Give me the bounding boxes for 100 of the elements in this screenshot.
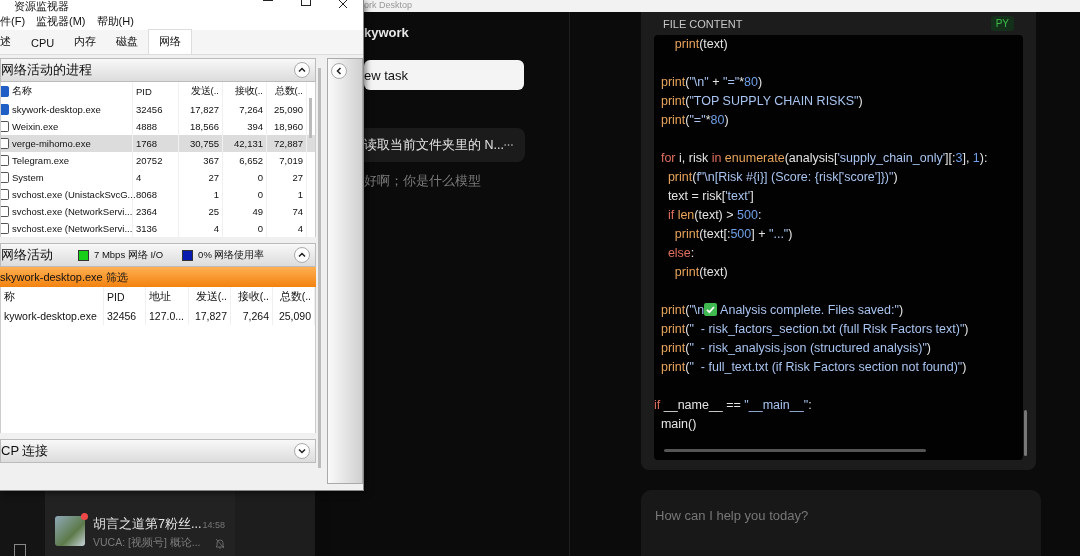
table-cell: 6,652 <box>239 155 263 166</box>
table-cell: Telegram.exe <box>12 155 70 166</box>
table-cell: 4888 <box>136 121 158 132</box>
filter-label: skywork-desktop.exe 筛选 <box>0 269 128 285</box>
code-line: print(text[:500] + "...") <box>673 227 793 241</box>
tab[interactable]: 磁盘 <box>106 30 149 54</box>
table-cell: 42,131 <box>233 138 263 149</box>
column-header[interactable]: 发送(.. <box>195 289 227 304</box>
language-badge: PY <box>990 16 1014 31</box>
column-header[interactable]: 总数(.. <box>279 289 311 304</box>
menu-item[interactable]: 帮助(H) <box>96 13 134 29</box>
table-cell: 30,755 <box>189 138 219 149</box>
table-cell: 367 <box>203 155 219 166</box>
column-header[interactable]: 称 <box>4 289 15 304</box>
table-row[interactable]: svchost.exe (NetworkServi... 3136 4 0 4 <box>1 220 315 237</box>
message-input[interactable]: How can I help you today? <box>653 507 1033 524</box>
table-row[interactable]: Telegram.exe 20752 367 6,652 7,019 <box>1 152 315 169</box>
table-cell: 8068 <box>136 189 158 200</box>
chat-title: 胡言之道第7粉丝... <box>93 516 202 533</box>
table-cell: 4 <box>297 223 303 234</box>
code-line: for i, risk in enumerate(analysis['supply_chain_only'][:3], 1): <box>659 151 988 165</box>
code-line: print("\n" + "="*80) <box>659 75 763 89</box>
legend-label: 0% 网络使用率 <box>198 248 265 262</box>
chat-time: 14:58 <box>202 519 225 530</box>
table-cell: 27 <box>292 172 303 183</box>
column-header[interactable]: 名称 <box>12 85 32 98</box>
legend-label: 7 Mbps 网络 I/O <box>94 248 164 262</box>
table-cell: 394 <box>247 121 263 132</box>
table-row[interactable]: verge-mihomo.exe 1768 30,755 42,131 72,887 <box>1 135 315 152</box>
table-cell: 1 <box>297 189 303 200</box>
code-line: print(f"\n[Risk #{i}] (Score: {risk['score']})") <box>666 170 898 184</box>
table-cell: 7,019 <box>279 155 303 166</box>
table-cell: 25,090 <box>278 309 311 322</box>
table-cell: 17,827 <box>194 309 227 322</box>
column-header[interactable]: 接收(.. <box>237 289 269 304</box>
table-row[interactable]: svchost.exe (NetworkServi... 2364 25 49 74 <box>1 203 315 220</box>
section-title: CP 连接 <box>1 442 49 460</box>
app-brand: kywork <box>364 25 410 40</box>
task-item[interactable]: 好啊；你是什么模型 <box>364 174 525 188</box>
section-header[interactable]: CP 连接 <box>0 439 316 463</box>
code-line: else: <box>666 246 695 260</box>
table-cell: 0 <box>257 172 263 183</box>
table-cell: 18,566 <box>189 121 219 132</box>
menu-item[interactable]: 监视器(M) <box>36 13 86 29</box>
tab[interactable]: CPU <box>21 33 65 54</box>
table-cell: 3136 <box>136 223 158 234</box>
window-title: 资源监视器 <box>14 0 69 12</box>
table-cell: svchost.exe (NetworkServi... <box>12 206 133 217</box>
table-cell: 1768 <box>136 138 158 149</box>
menu-item[interactable]: 件(F) <box>0 13 26 29</box>
table-cell: 25,090 <box>273 104 303 115</box>
tab[interactable]: 述 <box>0 30 21 54</box>
table-cell: Weixin.exe <box>12 121 59 132</box>
table-cell: svchost.exe (UnistackSvcG... <box>12 189 136 200</box>
column-header[interactable]: 发送(.. <box>190 85 219 98</box>
column-header[interactable]: 接收(.. <box>234 85 263 98</box>
code-line: print(text) <box>673 265 728 279</box>
code-line: print(text) <box>673 37 728 51</box>
table-cell: 74 <box>292 206 303 217</box>
table-cell: 17,827 <box>189 104 219 115</box>
code-line: text = risk['text'] <box>666 189 754 203</box>
code-line: print("="*80) <box>659 113 729 127</box>
code-line: print("\n Analysis complete. Files saved:") <box>659 303 904 317</box>
table-cell: 18,960 <box>273 121 303 132</box>
task-item[interactable]: 读取当前文件夹里的 N... <box>364 128 525 162</box>
table-cell: 49 <box>252 206 263 217</box>
table-cell: System <box>12 172 44 183</box>
new-task-button[interactable]: ew task <box>364 60 524 90</box>
chat-preview: VUCA: [视频号] 概论... <box>93 536 201 550</box>
task-title: 好啊；你是什么模型 <box>364 172 481 190</box>
section-header[interactable]: 网络活动 7 Mbps 网络 I/O 0% 网络使用率 <box>0 243 316 267</box>
table-cell: 20752 <box>136 155 163 166</box>
table-cell: 1 <box>213 189 219 200</box>
table-cell: 4 <box>136 172 142 183</box>
code-line: print(" - risk_analysis.json (structured analysis)") <box>659 341 932 355</box>
tab[interactable]: 网络 <box>148 29 193 54</box>
code-line: if __name__ == "__main__": <box>654 398 812 412</box>
table-cell: 32456 <box>107 309 137 322</box>
column-header[interactable]: PID <box>107 290 125 303</box>
table-row[interactable]: skywork-desktop.exe 32456 17,827 7,264 25,090 <box>1 101 315 118</box>
table-cell: 27 <box>208 172 219 183</box>
column-header[interactable]: 地址 <box>149 289 171 304</box>
column-header[interactable]: PID <box>136 86 152 97</box>
table-cell: svchost.exe (NetworkServi... <box>12 223 133 234</box>
table-cell: 7,264 <box>239 104 263 115</box>
table-cell: 4 <box>213 223 219 234</box>
table-row[interactable]: System 4 27 0 27 <box>1 169 315 186</box>
table-cell: skywork-desktop.exe <box>12 104 101 115</box>
table-cell: 0 <box>257 223 263 234</box>
table-cell: 32456 <box>136 104 163 115</box>
table-row[interactable]: svchost.exe (UnistackSvcG...8068 1 0 1 <box>1 186 315 203</box>
section-header[interactable]: 网络活动的进程 <box>0 58 316 82</box>
code-line: print(" - risk_factors_section.txt (full Risk Factors text)") <box>659 322 969 336</box>
table-cell: 127.0... <box>149 309 185 322</box>
table-cell: 7,264 <box>242 309 269 322</box>
table-cell: 72,887 <box>273 138 303 149</box>
table-cell: 25 <box>208 206 219 217</box>
tab[interactable]: 内存 <box>64 30 107 54</box>
table-cell: verge-mihomo.exe <box>12 138 91 149</box>
column-header[interactable]: 总数(.. <box>274 85 303 98</box>
